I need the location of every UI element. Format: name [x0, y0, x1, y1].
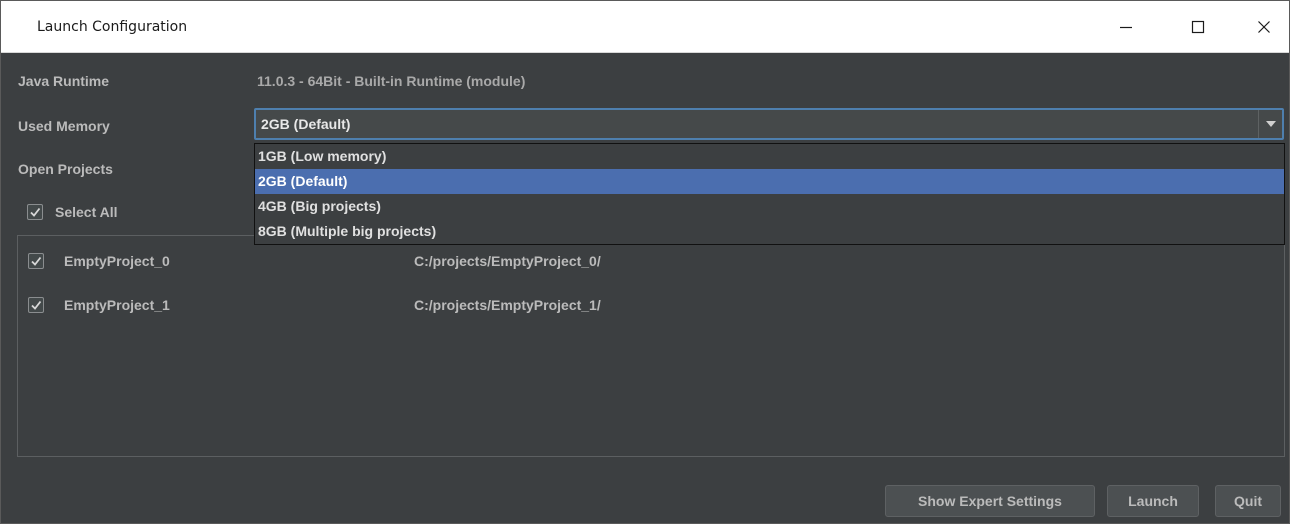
check-icon: [31, 256, 42, 266]
project-row[interactable]: EmptyProject_0 C:/projects/EmptyProject_…: [18, 249, 1284, 273]
project-row[interactable]: EmptyProject_1 C:/projects/EmptyProject_…: [18, 293, 1284, 317]
project-path: C:/projects/EmptyProject_0/: [414, 253, 601, 269]
used-memory-dropdown-list: 1GB (Low memory) 2GB (Default) 4GB (Big …: [254, 143, 1285, 245]
memory-option-1gb[interactable]: 1GB (Low memory): [255, 144, 1284, 169]
checkbox-checked-icon: [27, 204, 43, 220]
memory-option-4gb[interactable]: 4GB (Big projects): [255, 194, 1284, 219]
dropdown-arrow-button[interactable]: [1258, 110, 1282, 138]
project-name: EmptyProject_1: [64, 297, 170, 313]
open-projects-label: Open Projects: [18, 161, 113, 177]
launch-button[interactable]: Launch: [1107, 485, 1199, 517]
close-icon: [1258, 21, 1270, 33]
java-runtime-label: Java Runtime: [18, 73, 110, 89]
used-memory-label: Used Memory: [18, 118, 110, 134]
used-memory-combobox[interactable]: 2GB (Default): [254, 108, 1284, 140]
memory-option-8gb[interactable]: 8GB (Multiple big projects): [255, 219, 1284, 244]
maximize-button[interactable]: [1171, 1, 1225, 53]
window-title: Launch Configuration: [37, 19, 188, 35]
memory-option-2gb[interactable]: 2GB (Default): [255, 169, 1284, 194]
java-runtime-value: 11.0.3 - 64Bit - Built-in Runtime (modul…: [257, 73, 526, 89]
quit-button[interactable]: Quit: [1215, 485, 1281, 517]
select-all-label: Select All: [55, 204, 118, 220]
maximize-icon: [1191, 20, 1205, 34]
select-all-checkbox[interactable]: Select All: [27, 202, 118, 222]
project-list: EmptyProject_0 C:/projects/EmptyProject_…: [17, 235, 1285, 457]
show-expert-settings-button[interactable]: Show Expert Settings: [885, 485, 1095, 517]
minimize-button[interactable]: [1099, 1, 1153, 53]
used-memory-selected-value: 2GB (Default): [261, 116, 351, 132]
check-icon: [31, 300, 42, 310]
chevron-down-icon: [1265, 121, 1276, 127]
project-checkbox[interactable]: [28, 297, 44, 313]
project-name: EmptyProject_0: [64, 253, 170, 269]
close-button[interactable]: [1237, 1, 1289, 53]
minimize-icon: [1120, 26, 1132, 29]
project-checkbox[interactable]: [28, 253, 44, 269]
launch-configuration-window: Launch Configuration Java Runtime 11.0.3…: [0, 0, 1290, 524]
title-bar: Launch Configuration: [1, 1, 1289, 53]
project-path: C:/projects/EmptyProject_1/: [414, 297, 601, 313]
